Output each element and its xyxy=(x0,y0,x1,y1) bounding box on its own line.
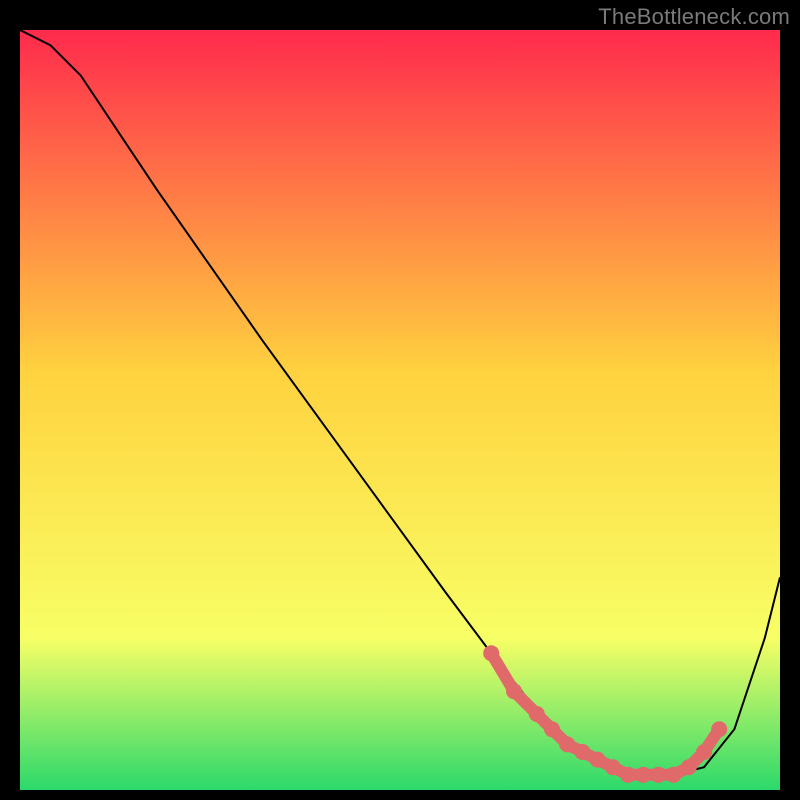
chart-svg xyxy=(20,30,780,790)
bead xyxy=(711,721,727,737)
plot-area xyxy=(20,30,780,790)
chart-frame: TheBottleneck.com xyxy=(0,0,800,800)
bead xyxy=(483,645,499,661)
bead xyxy=(590,752,606,768)
bead xyxy=(696,744,712,760)
bead xyxy=(559,736,575,752)
bead xyxy=(529,706,545,722)
bead xyxy=(635,767,651,783)
attribution-text: TheBottleneck.com xyxy=(598,4,790,30)
gradient-background xyxy=(20,30,780,790)
bead xyxy=(666,767,682,783)
bead xyxy=(574,744,590,760)
bead xyxy=(681,759,697,775)
bead xyxy=(544,721,560,737)
bead xyxy=(605,759,621,775)
bead xyxy=(506,683,522,699)
bead xyxy=(650,767,666,783)
bead xyxy=(620,767,636,783)
